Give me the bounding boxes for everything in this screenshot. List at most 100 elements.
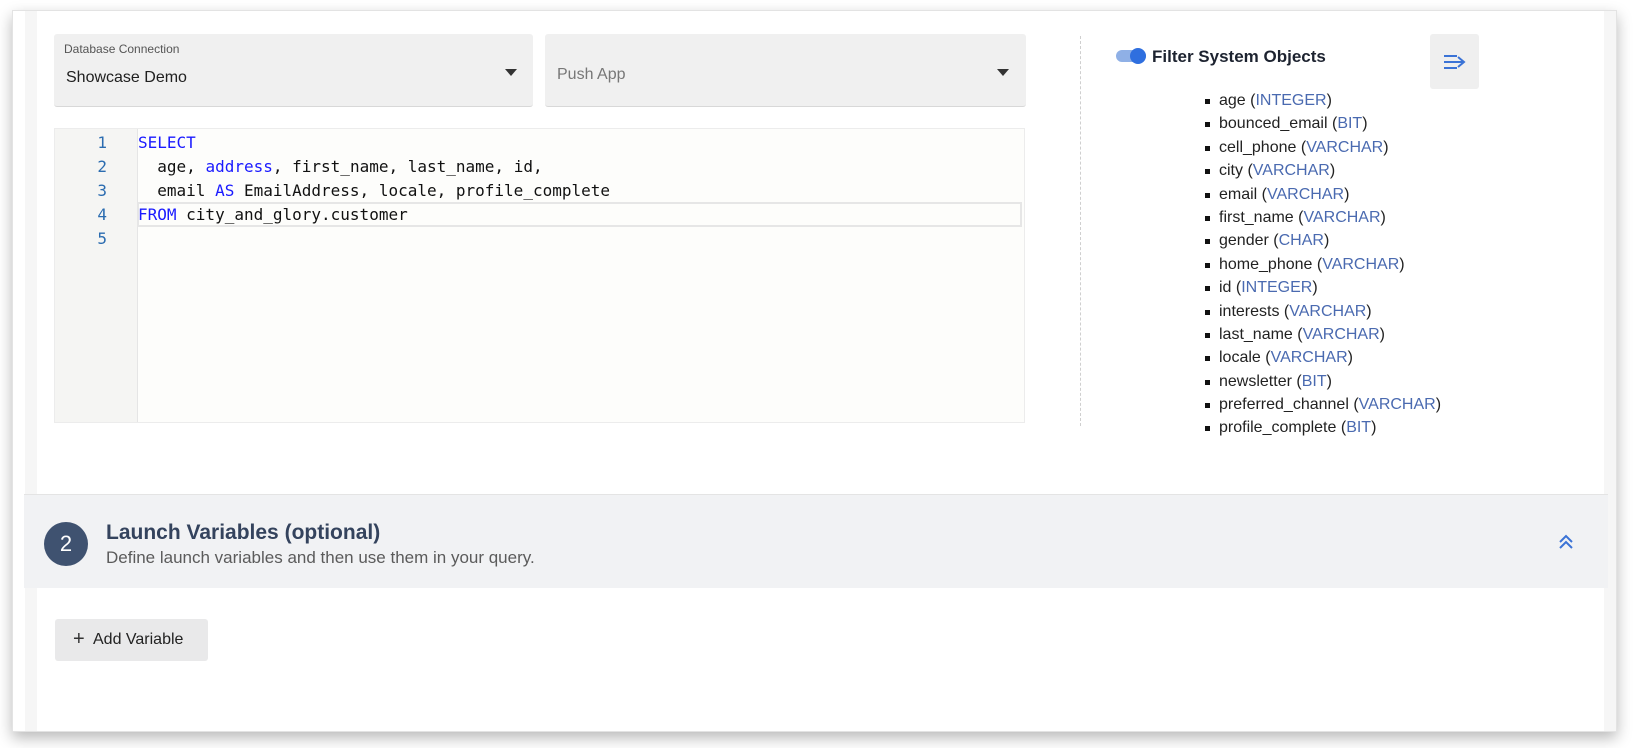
column-type: VARCHAR [1289, 302, 1367, 320]
schema-column-item[interactable]: home_phone (VARCHAR) [1205, 253, 1441, 276]
code-text: age, address, first_name, last_name, id, [138, 154, 543, 179]
column-type: VARCHAR [1302, 325, 1380, 343]
caret-down-icon [505, 69, 517, 76]
schema-column-item[interactable]: locale (VARCHAR) [1205, 346, 1441, 369]
column-name: email [1219, 185, 1258, 203]
sql-keyword: FROM [138, 205, 177, 224]
schema-column-item[interactable]: age (INTEGER) [1205, 89, 1441, 112]
schema-column-item[interactable]: gender (CHAR) [1205, 229, 1441, 252]
schema-column-item[interactable]: profile_complete (BIT) [1205, 416, 1441, 439]
add-variable-button[interactable]: + Add Variable [55, 619, 208, 661]
column-type: VARCHAR [1358, 396, 1436, 414]
sql-keyword: AS [215, 181, 235, 200]
sql-text: email [138, 181, 216, 200]
plus-icon: + [73, 628, 85, 650]
toggle-knob [1130, 48, 1146, 64]
filter-system-objects-label: Filter System Objects [1152, 47, 1326, 66]
column-type: CHAR [1278, 232, 1324, 250]
column-name: first_name [1219, 208, 1294, 226]
schema-column-item[interactable]: newsletter (BIT) [1205, 370, 1441, 393]
bullet-icon [1205, 145, 1210, 151]
column-name: bounced_email [1219, 115, 1328, 133]
database-connection-select[interactable]: Database Connection Showcase Demo [54, 34, 533, 107]
bullet-icon [1205, 309, 1210, 315]
bullet-icon [1205, 286, 1210, 292]
bullet-icon [1205, 99, 1210, 104]
code-line[interactable]: 1 SELECT [55, 130, 1024, 155]
code-line[interactable]: 2 age, address, first_name, last_name, i… [55, 154, 1024, 179]
sql-keyword: SELECT [138, 133, 196, 152]
column-type: BIT [1346, 419, 1372, 437]
bullet-icon [1205, 332, 1210, 338]
sql-text: age, [138, 157, 206, 176]
column-name: id [1219, 279, 1232, 297]
column-type: VARCHAR [1322, 255, 1400, 273]
column-type: VARCHAR [1267, 185, 1345, 203]
push-app-placeholder: Push App [557, 66, 626, 83]
frame-right-gutter [1604, 11, 1616, 731]
panel-divider [1080, 36, 1081, 426]
column-name: locale [1219, 349, 1261, 367]
collapse-right-icon [1444, 55, 1466, 69]
bullet-icon [1205, 122, 1210, 128]
schema-column-item[interactable]: last_name (VARCHAR) [1205, 323, 1441, 346]
schema-column-item[interactable]: bounced_email (BIT) [1205, 112, 1441, 135]
sql-text: EmailAddress, locale, profile_complete [234, 181, 611, 200]
column-name: interests [1219, 302, 1280, 320]
column-type: INTEGER [1241, 279, 1313, 297]
column-type: VARCHAR [1252, 162, 1330, 180]
schema-column-item[interactable]: interests (VARCHAR) [1205, 300, 1441, 323]
column-name: age [1219, 92, 1246, 109]
code-line[interactable]: 4 FROM city_and_glory.customer [55, 202, 1024, 227]
code-line[interactable]: 3 email AS EmailAddress, locale, profile… [55, 178, 1024, 203]
column-name: city [1219, 162, 1243, 180]
add-variable-label: Add Variable [93, 631, 184, 648]
database-connection-value: Showcase Demo [66, 69, 187, 86]
section-title: Launch Variables (optional) [106, 521, 381, 544]
column-name: last_name [1219, 325, 1293, 343]
bullet-icon [1205, 356, 1210, 362]
sql-keyword: address [205, 157, 273, 176]
column-type: VARCHAR [1306, 138, 1384, 156]
code-text: email AS EmailAddress, locale, profile_c… [138, 178, 610, 203]
sql-text: , first_name, last_name, id, [272, 157, 543, 176]
bullet-icon [1205, 379, 1210, 385]
code-text: FROM city_and_glory.customer [138, 202, 408, 227]
line-number: 2 [97, 157, 107, 176]
bullet-icon [1205, 169, 1210, 175]
chevron-double-up-icon[interactable] [1558, 534, 1574, 550]
collapse-panel-button[interactable] [1430, 34, 1479, 89]
sql-text: city_and_glory.customer [176, 205, 408, 224]
schema-column-item[interactable]: email (VARCHAR) [1205, 183, 1441, 206]
column-name: gender [1219, 232, 1269, 250]
launch-variables-section[interactable]: 2 Launch Variables (optional) Define lau… [24, 494, 1608, 588]
column-name: profile_complete [1219, 419, 1337, 437]
push-app-select[interactable]: Push App [545, 34, 1026, 107]
schema-column-item[interactable]: cell_phone (VARCHAR) [1205, 136, 1441, 159]
sql-editor[interactable]: 1 SELECT 2 age, address, first_name, last_… [54, 128, 1025, 423]
column-name: cell_phone [1219, 138, 1297, 156]
schema-column-item[interactable]: first_name (VARCHAR) [1205, 206, 1441, 229]
column-type: VARCHAR [1303, 208, 1381, 226]
caret-down-icon [997, 69, 1009, 76]
bullet-icon [1205, 192, 1210, 198]
column-name: home_phone [1219, 255, 1313, 273]
code-line[interactable]: 5 [55, 226, 1024, 251]
code-text: SELECT [138, 130, 196, 155]
line-number: 1 [97, 133, 107, 152]
column-name: preferred_channel [1219, 396, 1349, 414]
schema-column-item[interactable]: preferred_channel (VARCHAR) [1205, 393, 1441, 416]
column-type: INTEGER [1255, 92, 1327, 109]
schema-column-list: age (INTEGER) bounced_email (BIT) cell_pho… [1205, 89, 1441, 440]
line-number: 5 [97, 229, 107, 248]
bullet-icon [1205, 215, 1210, 221]
schema-column-item[interactable]: id (INTEGER) [1205, 276, 1441, 299]
bullet-icon [1205, 403, 1210, 409]
bullet-icon [1205, 262, 1210, 268]
column-type: BIT [1337, 115, 1363, 133]
filter-system-objects-toggle[interactable] [1116, 48, 1146, 64]
bullet-icon [1205, 239, 1210, 245]
section-subtitle: Define launch variables and then use the… [106, 548, 535, 567]
schema-column-item[interactable]: city (VARCHAR) [1205, 159, 1441, 182]
line-number: 3 [97, 181, 107, 200]
